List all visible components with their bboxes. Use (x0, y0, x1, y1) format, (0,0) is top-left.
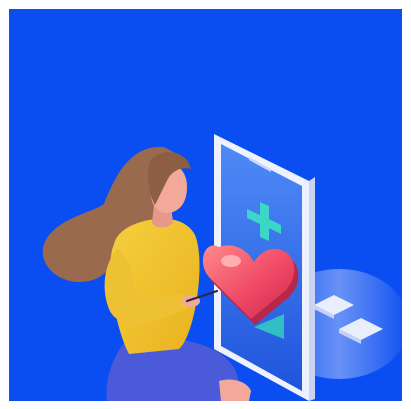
health-app-illustration (42, 134, 402, 401)
image-frame (0, 0, 411, 409)
illustration-panel (9, 9, 402, 401)
